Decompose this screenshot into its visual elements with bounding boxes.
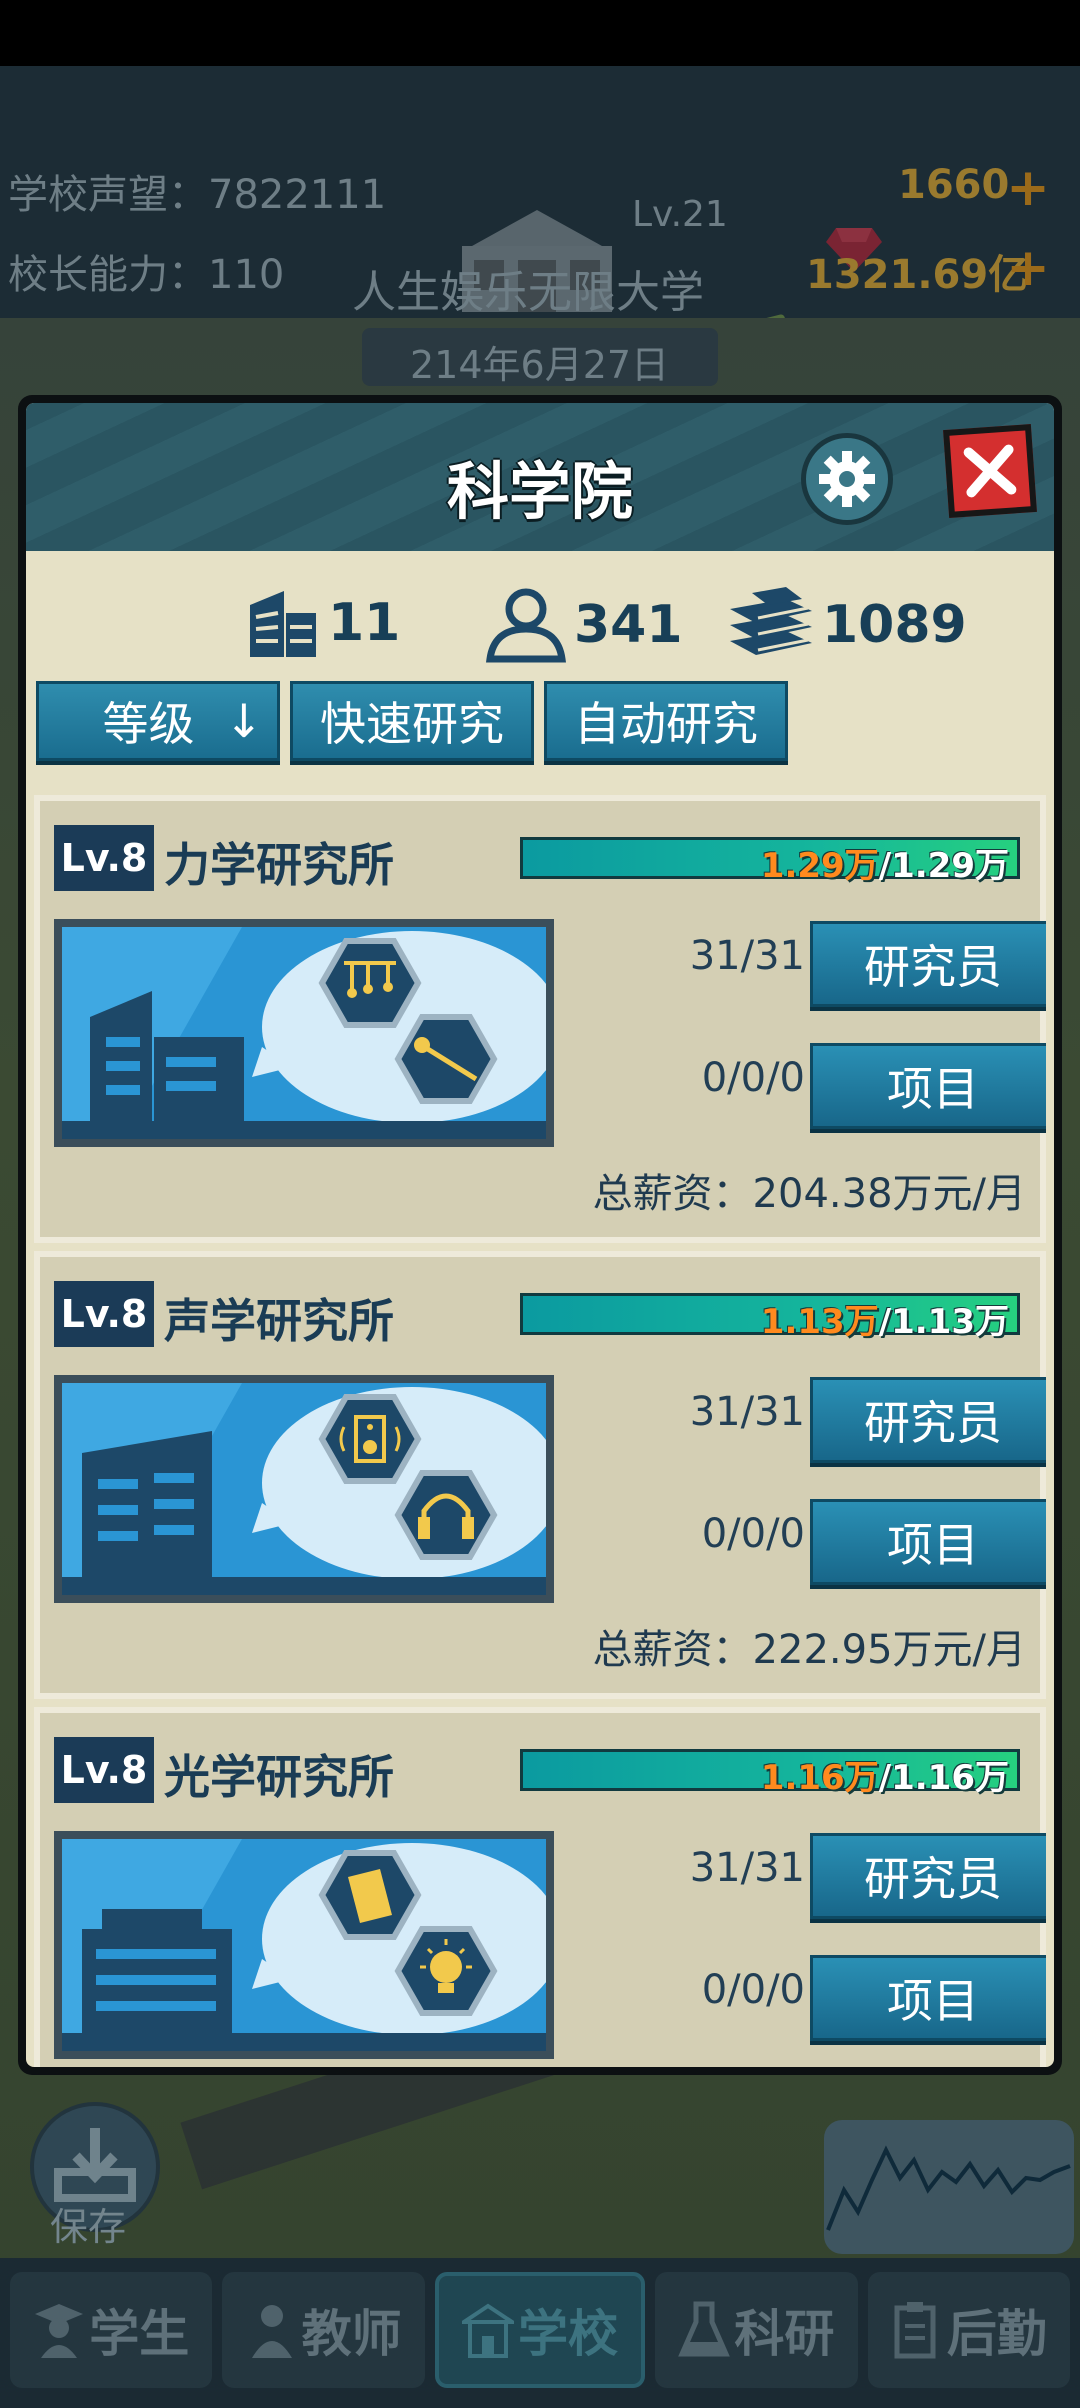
flask-icon bbox=[678, 2301, 731, 2357]
gems-value: 1660 bbox=[898, 162, 1010, 208]
project-count: 0/0/0 bbox=[701, 1511, 805, 1557]
level-badge: Lv.8 bbox=[54, 825, 154, 891]
school-level: Lv.21 bbox=[632, 194, 728, 235]
institute-illustration bbox=[54, 1375, 562, 1603]
gear-icon bbox=[819, 451, 875, 507]
add-money-button[interactable]: + bbox=[1006, 242, 1050, 294]
sort-label: 等级 bbox=[102, 697, 195, 751]
total-salary: 总薪资：222.95万元/月 bbox=[592, 1627, 1026, 1673]
date-pill: 214年6月27日 bbox=[362, 328, 718, 387]
tab-students[interactable]: 学生 bbox=[10, 2272, 213, 2388]
student-icon bbox=[35, 2304, 84, 2358]
close-button[interactable] bbox=[943, 424, 1037, 518]
save-label: 保存 bbox=[50, 2205, 127, 2249]
reputation-text: 学校声望：7822111 bbox=[8, 172, 387, 218]
research-progress-bar: 1.29万/1.29万 bbox=[520, 837, 1020, 886]
sort-by-level-button[interactable]: 等级 ↓ bbox=[36, 681, 280, 761]
researchers-button[interactable]: 研究员 bbox=[810, 921, 1046, 1007]
add-gems-button[interactable]: + bbox=[1006, 162, 1050, 214]
lightbulb-icon bbox=[394, 1926, 498, 2016]
institute-card: Lv.8 力学研究所 1.29万/1.29万 31/31 研究员 0/0/0 项… bbox=[34, 795, 1046, 1243]
project-count: 0/0/0 bbox=[701, 1055, 805, 1101]
researchers-button[interactable]: 研究员 bbox=[810, 1833, 1046, 1919]
clipboard-icon bbox=[894, 2302, 936, 2359]
sort-arrow-icon: ↓ bbox=[224, 694, 263, 748]
institute-list[interactable]: Lv.8 力学研究所 1.29万/1.29万 31/31 研究员 0/0/0 项… bbox=[34, 795, 1046, 2067]
tab-logistics-label: 后勤 bbox=[946, 2305, 1047, 2363]
person-icon bbox=[486, 588, 566, 663]
academy-stats: 11 341 1089 bbox=[26, 563, 1054, 673]
total-salary: 总薪资：204.38万元/月 bbox=[592, 1171, 1026, 1217]
people-count-value: 341 bbox=[574, 595, 683, 655]
tab-research[interactable]: 科研 bbox=[655, 2272, 858, 2388]
research-progress-bar: 1.13万/1.13万 bbox=[520, 1293, 1020, 1342]
institute-illustration bbox=[54, 919, 562, 1147]
progress-text: 1.16万/1.16万 bbox=[760, 1758, 1009, 1798]
institute-name: 光学研究所 bbox=[164, 1750, 394, 1804]
headphones-icon bbox=[394, 1470, 498, 1560]
filter-bar: 等级 ↓ 快速研究 自动研究 bbox=[36, 681, 788, 761]
school-name: 人生娱乐无限大学 bbox=[352, 267, 704, 318]
projects-button[interactable]: 项目 bbox=[810, 1955, 1046, 2041]
school-hud: 学校声望：7822111 校长能力：110 Lv.21 人生娱乐无限大学 166… bbox=[0, 66, 1080, 352]
book-count: 1089 bbox=[726, 587, 967, 663]
progress-text: 1.29万/1.29万 bbox=[760, 846, 1009, 886]
tab-research-label: 科研 bbox=[734, 2305, 835, 2363]
building-count-value: 11 bbox=[328, 593, 401, 653]
settings-button[interactable] bbox=[801, 433, 893, 525]
tab-logistics[interactable]: 后勤 bbox=[867, 2272, 1071, 2388]
researcher-count: 31/31 bbox=[689, 1845, 805, 1891]
pendulum-icon bbox=[318, 938, 422, 1028]
tab-teachers-label: 教师 bbox=[301, 2305, 402, 2363]
science-academy-dialog: 科学院 11 341 1089 等级 ↓ 快速研究 自动研究 Lv.8 力学研究… bbox=[18, 395, 1062, 2075]
bottom-nav: 学生 教师 学校 科研 后勤 bbox=[0, 2258, 1080, 2408]
institute-name: 力学研究所 bbox=[164, 838, 394, 892]
people-count: 341 bbox=[484, 587, 683, 663]
building-count: 11 bbox=[244, 587, 400, 659]
close-icon bbox=[963, 444, 1017, 498]
books-icon bbox=[730, 587, 812, 655]
project-count: 0/0/0 bbox=[701, 1967, 805, 2013]
projects-button[interactable]: 项目 bbox=[810, 1043, 1046, 1129]
book-count-value: 1089 bbox=[822, 595, 967, 655]
tab-school[interactable]: 学校 bbox=[434, 2272, 646, 2388]
trend-line bbox=[826, 2145, 1071, 2231]
auto-research-button[interactable]: 自动研究 bbox=[544, 681, 788, 761]
tab-school-label: 学校 bbox=[518, 2305, 619, 2363]
prism-icon bbox=[318, 1850, 422, 1940]
speaker-icon bbox=[318, 1394, 422, 1484]
teacher-icon bbox=[251, 2305, 292, 2358]
building-icon bbox=[250, 591, 316, 657]
researchers-button[interactable]: 研究员 bbox=[810, 1377, 1046, 1463]
school-icon bbox=[462, 2303, 515, 2358]
game-date: 214年6月27日 bbox=[410, 343, 670, 387]
projects-button[interactable]: 项目 bbox=[810, 1499, 1046, 1585]
ability-text: 校长能力：110 bbox=[8, 252, 285, 298]
pin-icon bbox=[394, 1014, 498, 1104]
status-bar bbox=[0, 0, 1080, 66]
dialog-header: 科学院 bbox=[26, 403, 1054, 551]
progress-text: 1.13万/1.13万 bbox=[760, 1302, 1009, 1342]
researcher-count: 31/31 bbox=[689, 933, 805, 979]
money-value: 1321.69亿 bbox=[806, 252, 1029, 298]
research-progress-bar: 1.16万/1.16万 bbox=[520, 1749, 1020, 1798]
researcher-count: 31/31 bbox=[689, 1389, 805, 1435]
level-badge: Lv.8 bbox=[54, 1281, 154, 1347]
institute-card: Lv.8 光学研究所 1.16万/1.16万 31/31 研究员 0/0/0 项… bbox=[34, 1707, 1046, 2067]
institute-card: Lv.8 声学研究所 1.13万/1.13万 31/31 研究员 0/0/0 项… bbox=[34, 1251, 1046, 1699]
quick-research-button[interactable]: 快速研究 bbox=[290, 681, 534, 761]
trend-chart[interactable] bbox=[824, 2120, 1074, 2254]
tab-teachers[interactable]: 教师 bbox=[222, 2272, 425, 2388]
dialog-title: 科学院 bbox=[446, 455, 633, 528]
tab-students-label: 学生 bbox=[89, 2305, 190, 2363]
institute-name: 声学研究所 bbox=[164, 1294, 394, 1348]
level-badge: Lv.8 bbox=[54, 1737, 154, 1803]
institute-illustration bbox=[54, 1831, 562, 2059]
